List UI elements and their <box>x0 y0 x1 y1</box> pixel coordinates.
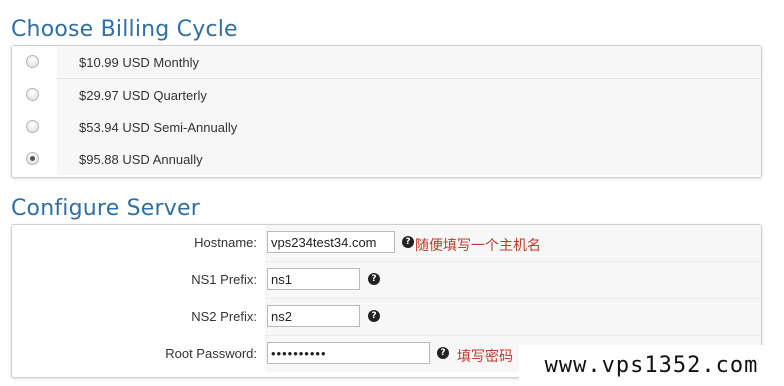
billing-option-label: $10.99 USD Monthly <box>79 55 199 70</box>
configure-server-title: Configure Server <box>11 196 200 221</box>
radio-annually[interactable] <box>26 152 39 165</box>
hostname-row: Hostname: vps234test34.com ? 随便填写一个主机名 <box>12 225 761 262</box>
root-password-note: 填写密码 <box>457 348 513 364</box>
radio-monthly[interactable] <box>26 55 39 68</box>
ns2-label: NS2 Prefix: <box>191 309 257 324</box>
help-icon[interactable]: ? <box>437 347 449 359</box>
ns2-row: NS2 Prefix: ns2 ? <box>12 299 761 336</box>
billing-option-semi-annually[interactable]: $53.94 USD Semi-Annually <box>12 111 761 144</box>
ns1-label: NS1 Prefix: <box>191 272 257 287</box>
ns1-row: NS1 Prefix: ns1 ? <box>12 262 761 299</box>
ns2-input[interactable]: ns2 <box>267 305 360 327</box>
help-icon[interactable]: ? <box>402 236 414 248</box>
billing-option-quarterly[interactable]: $29.97 USD Quarterly <box>12 79 761 112</box>
billing-option-label: $53.94 USD Semi-Annually <box>79 120 238 135</box>
billing-cycle-panel: $10.99 USD Monthly $29.97 USD Quarterly … <box>11 45 762 178</box>
hostname-input[interactable]: vps234test34.com <box>267 231 395 253</box>
billing-option-label: $95.88 USD Annually <box>79 152 203 167</box>
help-icon[interactable]: ? <box>368 273 380 285</box>
billing-option-monthly[interactable]: $10.99 USD Monthly <box>12 46 761 79</box>
billing-option-label: $29.97 USD Quarterly <box>79 88 207 103</box>
billing-option-annually[interactable]: $95.88 USD Annually <box>12 143 761 175</box>
root-password-input[interactable]: •••••••••• <box>267 342 430 364</box>
radio-quarterly[interactable] <box>26 88 39 101</box>
radio-semi-annually[interactable] <box>26 120 39 133</box>
help-icon[interactable]: ? <box>368 310 380 322</box>
watermark-text: www.vps1352.com <box>519 345 784 386</box>
hostname-label: Hostname: <box>194 235 257 250</box>
billing-cycle-title: Choose Billing Cycle <box>11 17 238 42</box>
ns1-input[interactable]: ns1 <box>267 268 360 290</box>
hostname-note: 随便填写一个主机名 <box>415 237 541 253</box>
root-password-label: Root Password: <box>165 346 257 361</box>
